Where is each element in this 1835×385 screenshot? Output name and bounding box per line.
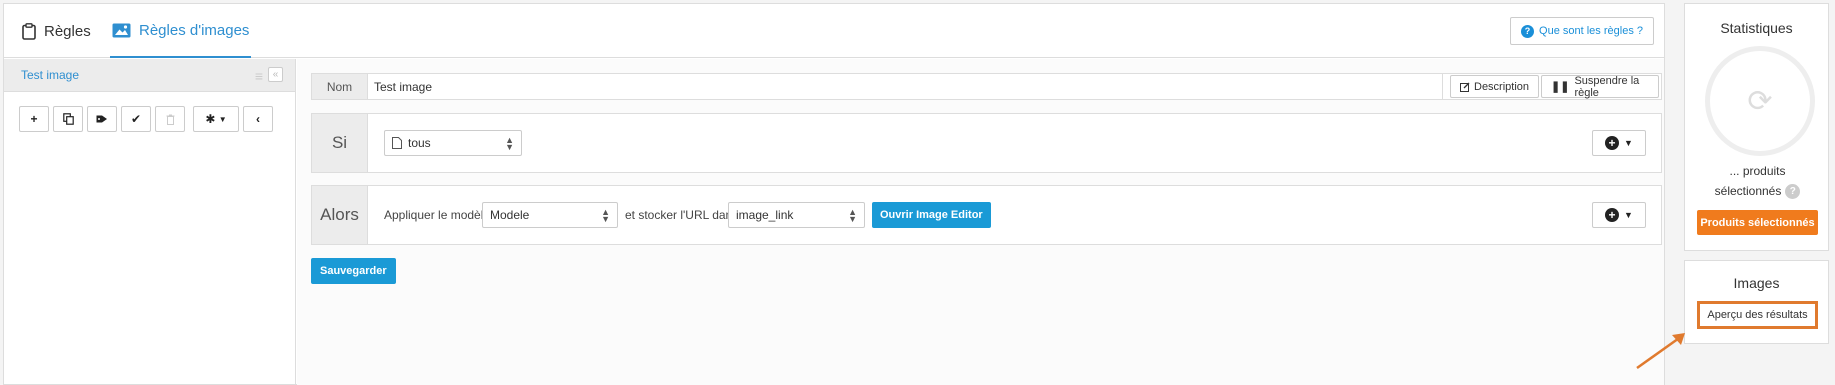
tab-rules-label: Règles (44, 22, 91, 40)
copy-icon (62, 113, 74, 125)
pause-icon: ❚❚ (1551, 81, 1570, 93)
select-caret-icon: ▲ ▼ (848, 207, 857, 224)
help-button[interactable]: ? Que sont les règles ? (1510, 17, 1654, 45)
image-icon (112, 23, 131, 38)
apply-template-text: Appliquer le modèle (384, 208, 491, 222)
if-label: Si (312, 114, 368, 172)
rules-list-pane: Test image ≡ « + ✔ ✱ ▼ ‹ (4, 59, 296, 385)
selected-count: ... produits sélectionnés? (1685, 161, 1830, 201)
rule-name-input[interactable]: Test image (368, 74, 1443, 99)
rule-list-title: Test image (21, 68, 80, 82)
selected-count-line1: ... produits (1729, 164, 1786, 178)
drag-handle-icon[interactable]: ≡ (255, 68, 263, 84)
rules-toolbar: + ✔ ✱ ▼ ‹ (19, 106, 277, 132)
validate-rule-button[interactable]: ✔ (121, 106, 151, 132)
top-tab-bar: Règles Règles d'images ? Que sont les rè… (4, 4, 1664, 58)
duplicate-rule-button[interactable] (53, 106, 83, 132)
settings-dropdown-button[interactable]: ✱ ▼ (193, 106, 239, 132)
field-select[interactable]: image_link ▲ ▼ (728, 202, 865, 228)
selected-products-button[interactable]: Produits sélectionnés (1697, 210, 1818, 235)
save-button[interactable]: Sauvegarder (311, 258, 396, 284)
chevron-down-icon: ▼ (1624, 210, 1633, 220)
plus-circle-icon: + (1605, 208, 1620, 222)
check-icon: ✔ (130, 112, 142, 126)
rule-editor: Nom Test image Description ❚❚ Suspendre … (297, 59, 1664, 385)
images-title: Images (1733, 275, 1780, 291)
selected-count-line2: sélectionnés (1714, 184, 1782, 198)
then-label: Alors (312, 186, 368, 244)
gear-icon: ✱ (205, 112, 216, 126)
trash-icon (166, 114, 174, 125)
edit-icon (1460, 82, 1470, 92)
template-select[interactable]: Modele ▲ ▼ (482, 202, 618, 228)
tab-image-rules[interactable]: Règles d'images (110, 4, 252, 58)
action-row: Alors Appliquer le modèle Modele ▲ ▼ et s… (311, 185, 1662, 245)
name-label: Nom (312, 74, 368, 99)
chevron-down-icon: ▼ (218, 114, 227, 124)
collapse-icon[interactable]: « (268, 67, 283, 82)
chevron-left-icon: ‹ (256, 112, 260, 126)
refresh-icon: ⟳ (1747, 84, 1773, 118)
main-panel: Règles Règles d'images ? Que sont les rè… (3, 3, 1665, 385)
tag-rule-button[interactable] (87, 106, 117, 132)
file-icon (392, 137, 402, 149)
chevron-down-icon: ▼ (1624, 138, 1633, 148)
images-panel: Images Aperçu des résultats (1684, 260, 1829, 344)
store-url-text: et stocker l'URL dans (625, 208, 739, 222)
statistics-panel: Statistiques ⟳ ... produits sélectionnés… (1684, 3, 1829, 251)
rules-list-item-selected[interactable]: Test image ≡ « (4, 59, 295, 92)
preview-results-button[interactable]: Aperçu des résultats (1697, 301, 1818, 329)
question-icon: ? (1521, 24, 1535, 38)
delete-rule-button[interactable] (155, 106, 185, 132)
collapse-pane-button[interactable]: ‹ (243, 106, 273, 132)
suspend-rule-label: Suspendre la règle (1574, 74, 1640, 99)
annotation-arrow-icon (1636, 333, 1685, 370)
open-image-editor-button[interactable]: Ouvrir Image Editor (872, 202, 991, 228)
clipboard-icon (22, 22, 36, 40)
condition-select-value: tous (408, 136, 431, 150)
plus-circle-icon: + (1605, 136, 1620, 150)
template-select-value: Modele (490, 208, 530, 222)
description-button[interactable]: Description (1450, 75, 1540, 98)
select-caret-icon: ▲ ▼ (601, 207, 610, 224)
description-button-label: Description (1474, 80, 1530, 93)
select-caret-icon: ▲ ▼ (505, 135, 514, 152)
statistics-title: Statistiques (1720, 20, 1793, 36)
condition-select[interactable]: tous ▲ ▼ (384, 130, 522, 156)
add-action-button[interactable]: + ▼ (1592, 202, 1646, 228)
tag-icon (96, 115, 107, 123)
condition-row: Si tous ▲ ▼ + ▼ (311, 113, 1662, 173)
tab-image-rules-label: Règles d'images (139, 21, 250, 39)
statistics-ring: ⟳ (1705, 46, 1815, 156)
suspend-rule-button[interactable]: ❚❚ Suspendre la règle (1541, 74, 1659, 99)
field-select-value: image_link (736, 208, 794, 222)
add-rule-button[interactable]: + (19, 106, 49, 132)
tab-rules[interactable]: Règles (22, 4, 91, 58)
help-icon[interactable]: ? (1785, 184, 1801, 200)
help-button-label: Que sont les règles ? (1539, 25, 1643, 37)
add-condition-button[interactable]: + ▼ (1592, 130, 1646, 156)
name-row: Nom Test image Description ❚❚ Suspendre … (311, 73, 1662, 100)
